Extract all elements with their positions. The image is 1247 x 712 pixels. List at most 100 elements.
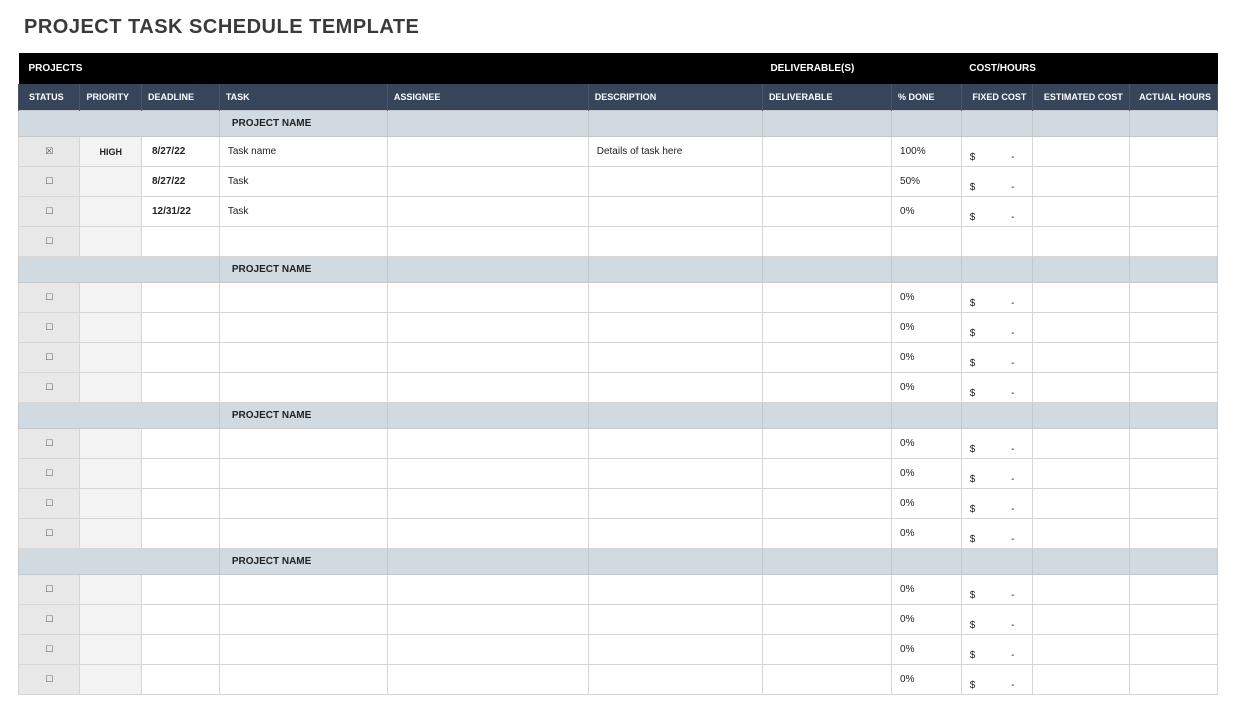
estimated-cost-cell[interactable] [1033, 429, 1129, 459]
fixed-cost-cell[interactable]: $- [961, 459, 1033, 489]
estimated-cost-cell[interactable] [1033, 137, 1129, 167]
estimated-cost-cell[interactable] [1033, 605, 1129, 635]
project-name[interactable]: PROJECT NAME [219, 403, 387, 429]
priority-cell[interactable] [80, 429, 141, 459]
priority-cell[interactable] [80, 459, 141, 489]
description-cell[interactable] [588, 227, 762, 257]
priority-cell[interactable] [80, 665, 141, 695]
assignee-cell[interactable] [387, 575, 588, 605]
actual-hours-cell[interactable] [1129, 605, 1217, 635]
actual-hours-cell[interactable] [1129, 313, 1217, 343]
task-cell[interactable]: Task [219, 197, 387, 227]
status-checkbox[interactable]: ☐ [19, 313, 80, 343]
task-cell[interactable] [219, 283, 387, 313]
fixed-cost-cell[interactable]: $- [961, 167, 1033, 197]
deliverable-cell[interactable] [762, 167, 891, 197]
deadline-cell[interactable]: 8/27/22 [141, 137, 219, 167]
assignee-cell[interactable] [387, 227, 588, 257]
status-checkbox[interactable]: ☐ [19, 605, 80, 635]
actual-hours-cell[interactable] [1129, 197, 1217, 227]
priority-cell[interactable] [80, 635, 141, 665]
percent-done-cell[interactable]: 0% [892, 313, 962, 343]
status-checkbox[interactable]: ☐ [19, 429, 80, 459]
fixed-cost-cell[interactable]: $- [961, 429, 1033, 459]
description-cell[interactable]: Details of task here [588, 137, 762, 167]
fixed-cost-cell[interactable]: $- [961, 519, 1033, 549]
estimated-cost-cell[interactable] [1033, 635, 1129, 665]
task-cell[interactable] [219, 635, 387, 665]
deliverable-cell[interactable] [762, 459, 891, 489]
status-checkbox[interactable]: ☐ [19, 167, 80, 197]
task-cell[interactable] [219, 373, 387, 403]
percent-done-cell[interactable]: 0% [892, 575, 962, 605]
status-checkbox[interactable]: ☐ [19, 489, 80, 519]
description-cell[interactable] [588, 519, 762, 549]
deliverable-cell[interactable] [762, 343, 891, 373]
deliverable-cell[interactable] [762, 605, 891, 635]
deadline-cell[interactable] [141, 313, 219, 343]
description-cell[interactable] [588, 373, 762, 403]
actual-hours-cell[interactable] [1129, 429, 1217, 459]
fixed-cost-cell[interactable]: $- [961, 575, 1033, 605]
percent-done-cell[interactable]: 50% [892, 167, 962, 197]
task-cell[interactable] [219, 605, 387, 635]
actual-hours-cell[interactable] [1129, 665, 1217, 695]
percent-done-cell[interactable]: 0% [892, 373, 962, 403]
task-cell[interactable] [219, 227, 387, 257]
task-cell[interactable] [219, 575, 387, 605]
estimated-cost-cell[interactable] [1033, 459, 1129, 489]
status-checkbox[interactable]: ☐ [19, 519, 80, 549]
status-checkbox[interactable]: ☐ [19, 459, 80, 489]
assignee-cell[interactable] [387, 373, 588, 403]
task-cell[interactable] [219, 343, 387, 373]
assignee-cell[interactable] [387, 665, 588, 695]
deliverable-cell[interactable] [762, 635, 891, 665]
fixed-cost-cell[interactable]: $- [961, 605, 1033, 635]
task-cell[interactable] [219, 459, 387, 489]
fixed-cost-cell[interactable]: $- [961, 137, 1033, 167]
percent-done-cell[interactable]: 100% [892, 137, 962, 167]
project-name[interactable]: PROJECT NAME [219, 257, 387, 283]
fixed-cost-cell[interactable]: $- [961, 313, 1033, 343]
estimated-cost-cell[interactable] [1033, 167, 1129, 197]
actual-hours-cell[interactable] [1129, 519, 1217, 549]
task-cell[interactable]: Task name [219, 137, 387, 167]
deliverable-cell[interactable] [762, 313, 891, 343]
project-name[interactable]: PROJECT NAME [219, 111, 387, 137]
deadline-cell[interactable]: 12/31/22 [141, 197, 219, 227]
deadline-cell[interactable] [141, 605, 219, 635]
deliverable-cell[interactable] [762, 489, 891, 519]
deadline-cell[interactable]: 8/27/22 [141, 167, 219, 197]
deadline-cell[interactable] [141, 343, 219, 373]
percent-done-cell[interactable]: 0% [892, 665, 962, 695]
priority-cell[interactable] [80, 575, 141, 605]
actual-hours-cell[interactable] [1129, 283, 1217, 313]
percent-done-cell[interactable]: 0% [892, 489, 962, 519]
status-checkbox[interactable]: ☐ [19, 343, 80, 373]
status-checkbox[interactable]: ☐ [19, 283, 80, 313]
percent-done-cell[interactable]: 0% [892, 283, 962, 313]
fixed-cost-cell[interactable] [961, 227, 1033, 257]
assignee-cell[interactable] [387, 459, 588, 489]
actual-hours-cell[interactable] [1129, 575, 1217, 605]
task-cell[interactable] [219, 489, 387, 519]
actual-hours-cell[interactable] [1129, 137, 1217, 167]
status-checkbox[interactable]: ☐ [19, 227, 80, 257]
deliverable-cell[interactable] [762, 575, 891, 605]
priority-cell[interactable] [80, 283, 141, 313]
assignee-cell[interactable] [387, 429, 588, 459]
task-cell[interactable] [219, 519, 387, 549]
priority-cell[interactable] [80, 227, 141, 257]
status-checkbox[interactable]: ☐ [19, 665, 80, 695]
percent-done-cell[interactable]: 0% [892, 605, 962, 635]
description-cell[interactable] [588, 665, 762, 695]
deliverable-cell[interactable] [762, 137, 891, 167]
deadline-cell[interactable] [141, 575, 219, 605]
status-checkbox[interactable]: ☒ [19, 137, 80, 167]
deadline-cell[interactable] [141, 227, 219, 257]
assignee-cell[interactable] [387, 197, 588, 227]
priority-cell[interactable] [80, 343, 141, 373]
priority-cell[interactable] [80, 519, 141, 549]
actual-hours-cell[interactable] [1129, 167, 1217, 197]
status-checkbox[interactable]: ☐ [19, 373, 80, 403]
